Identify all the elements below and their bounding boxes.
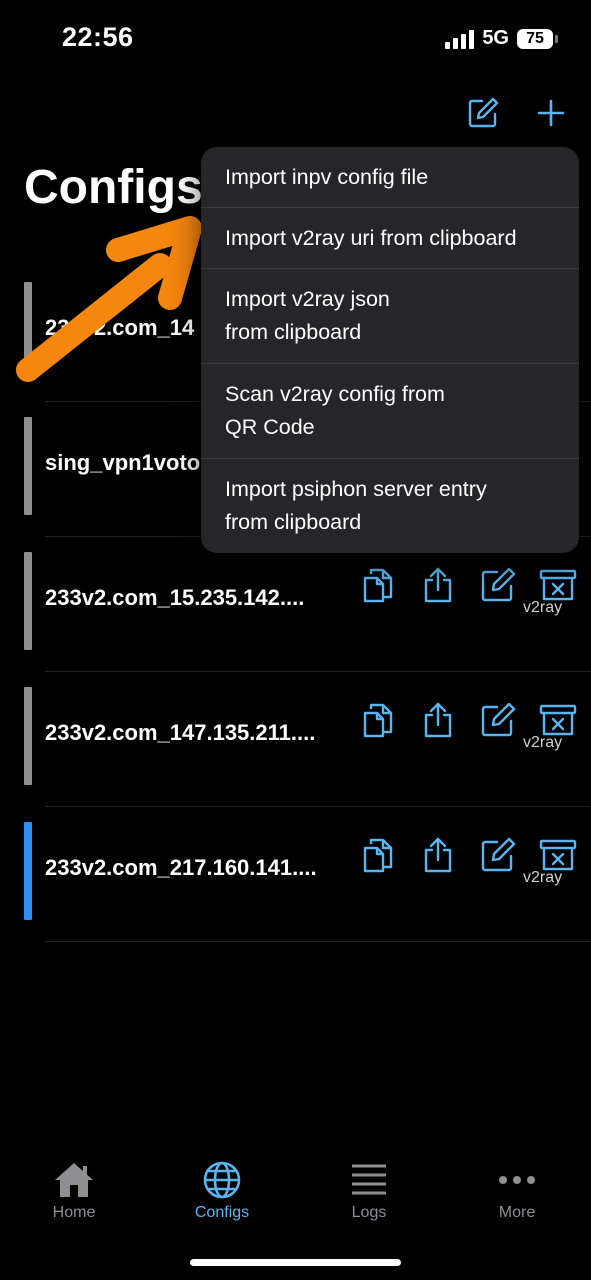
config-row[interactable]: 233v2.com_15.235.142.... v2ray [0,537,591,672]
copy-icon[interactable] [348,565,408,605]
selection-indicator [24,687,32,785]
tab-more[interactable]: More [457,1160,577,1222]
tab-label-home: Home [52,1204,96,1221]
tab-label-more: More [498,1204,536,1221]
annotation-arrow [16,216,202,382]
home-indicator[interactable] [190,1259,401,1266]
share-icon[interactable] [408,835,468,875]
row-divider [45,941,591,942]
config-name: 233v2.com_147.135.211.... [45,720,316,745]
config-type-label: v2ray [523,599,563,616]
menu-item-scan-qr-code[interactable]: Scan v2ray config from QR Code [201,364,579,459]
share-icon[interactable] [408,565,468,605]
edit-icon[interactable] [466,96,500,135]
house-icon [14,1160,134,1200]
config-type-label: v2ray [523,734,563,751]
tab-label-configs: Configs [194,1204,250,1221]
signal-icon [445,29,475,49]
selection-indicator [24,822,32,920]
battery-level: 75 [526,29,544,47]
status-time: 22:56 [62,22,134,52]
page-title: Configs [24,161,203,214]
edit-icon[interactable] [468,700,528,740]
battery-icon: 75 [517,28,558,49]
list-lines-icon [309,1160,429,1200]
config-row[interactable]: 233v2.com_147.135.211.... v2ray [0,672,591,807]
menu-item-import-v2ray-uri[interactable]: Import v2ray uri from clipboard [201,208,579,269]
tab-logs[interactable]: Logs [309,1160,429,1222]
network-type: 5G [482,27,509,49]
menu-item-import-inpv-file[interactable]: Import inpv config file [201,147,579,208]
import-menu: Import inpv config file Import v2ray uri… [201,147,579,553]
share-icon[interactable] [408,700,468,740]
config-type-label: v2ray [523,869,563,886]
tab-label-logs: Logs [351,1204,387,1221]
selection-indicator [24,552,32,650]
status-indicators: 5G 75 [445,27,558,50]
tab-home[interactable]: Home [14,1160,134,1222]
edit-icon[interactable] [468,835,528,875]
plus-icon[interactable] [536,96,566,135]
menu-item-import-psiphon-entry[interactable]: Import psiphon server entry from clipboar… [201,459,579,553]
config-name: 233v2.com_217.160.141.... [45,855,317,880]
copy-icon[interactable] [348,835,408,875]
config-row[interactable]: 233v2.com_217.160.141.... v2ray [0,807,591,942]
ellipsis-icon [457,1160,577,1200]
globe-icon [162,1160,282,1200]
edit-icon[interactable] [468,565,528,605]
menu-item-import-v2ray-json[interactable]: Import v2ray json from clipboard [201,269,579,364]
selection-indicator [24,417,32,515]
config-name: 233v2.com_15.235.142.... [45,585,305,610]
config-name: sing_vpn1voto [45,450,201,475]
copy-icon[interactable] [348,700,408,740]
tab-configs[interactable]: Configs [162,1160,282,1222]
